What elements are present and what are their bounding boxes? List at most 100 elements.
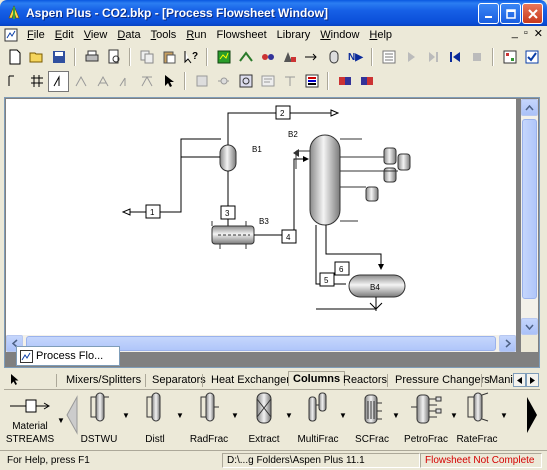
align-button[interactable]: [4, 71, 25, 92]
stream-label-4[interactable]: 4: [281, 229, 297, 244]
menu-help[interactable]: Help: [364, 29, 397, 41]
paste-button[interactable]: [158, 47, 179, 68]
tab-reactors[interactable]: Reactors: [339, 373, 391, 387]
blocks-button[interactable]: [323, 47, 344, 68]
flip-button[interactable]: [136, 71, 157, 92]
send-to-back-button[interactable]: [356, 71, 377, 92]
model-distl[interactable]: Distl: [132, 391, 178, 448]
menu-window[interactable]: Window: [315, 29, 364, 41]
open-button[interactable]: [26, 47, 47, 68]
streams-dropdown-button[interactable]: ▼: [57, 416, 65, 425]
process-flowsheet-tab[interactable]: Process Flo...: [16, 346, 120, 366]
block-B2[interactable]: [293, 134, 362, 226]
library-scroll-right-button[interactable]: [526, 395, 538, 438]
send-to-front-button[interactable]: [334, 71, 355, 92]
maximize-button[interactable]: [500, 3, 521, 24]
color-button[interactable]: [301, 71, 322, 92]
zoom-out-button[interactable]: [114, 71, 135, 92]
setup-button[interactable]: [235, 47, 256, 68]
document-icon[interactable]: [4, 28, 18, 42]
distl-dropdown-button[interactable]: ▼: [176, 411, 184, 420]
block-B3[interactable]: [211, 221, 255, 249]
extract-dropdown-button[interactable]: ▼: [285, 411, 293, 420]
dstwu-dropdown-button[interactable]: ▼: [122, 411, 130, 420]
radfrac-dropdown-button[interactable]: ▼: [231, 411, 239, 420]
model-extract[interactable]: Extract: [241, 391, 287, 448]
run-button[interactable]: [400, 47, 421, 68]
block-B4[interactable]: [348, 274, 406, 311]
new-button[interactable]: [4, 47, 25, 68]
menu-data[interactable]: Data: [112, 29, 145, 41]
model-dstwu[interactable]: DSTWU: [76, 391, 122, 448]
data-browser-button[interactable]: [213, 47, 234, 68]
library-select-pointer[interactable]: [10, 373, 20, 389]
menu-edit[interactable]: Edit: [50, 29, 79, 41]
insert-stream-button[interactable]: [213, 71, 234, 92]
properties-button[interactable]: [279, 47, 300, 68]
components-button[interactable]: [257, 47, 278, 68]
menu-library[interactable]: Library: [272, 29, 316, 41]
run-control-button[interactable]: [378, 47, 399, 68]
whats-this-button[interactable]: ?: [180, 47, 201, 68]
select-mode-button[interactable]: [158, 71, 179, 92]
insert-block-button[interactable]: [191, 71, 212, 92]
mdi-minimize-button[interactable]: _: [512, 27, 518, 40]
ratefrac-dropdown-button[interactable]: ▼: [500, 411, 508, 420]
model-multifrac[interactable]: MultiFrac: [295, 391, 341, 448]
stream-label-6[interactable]: 6: [334, 261, 350, 276]
find-button[interactable]: [235, 71, 256, 92]
menu-file[interactable]: File: [22, 29, 50, 41]
minimize-button[interactable]: [478, 3, 499, 24]
close-button[interactable]: [522, 3, 543, 24]
scroll-down-button[interactable]: [521, 318, 538, 335]
rewind-button[interactable]: [444, 47, 465, 68]
model-petrofrac[interactable]: PetroFrac: [400, 391, 452, 448]
scroll-up-button[interactable]: [521, 99, 538, 116]
stream-label-1[interactable]: 1: [145, 204, 161, 219]
material-streams-item[interactable]: Material STREAMS: [4, 391, 56, 448]
control-panel-button[interactable]: [499, 47, 520, 68]
stream-label-3[interactable]: 3: [220, 205, 236, 220]
menu-flowsheet[interactable]: Flowsheet: [212, 29, 272, 41]
menu-tools[interactable]: Tools: [146, 29, 182, 41]
multifrac-dropdown-button[interactable]: ▼: [339, 411, 347, 420]
tabs-scroll-left-button[interactable]: [513, 373, 526, 387]
print-preview-button[interactable]: [103, 47, 124, 68]
stop-button[interactable]: [466, 47, 487, 68]
model-radfrac[interactable]: RadFrac: [186, 391, 232, 448]
tabs-scroll-right-button[interactable]: [526, 373, 539, 387]
section-button[interactable]: [257, 71, 278, 92]
block-B1[interactable]: [219, 144, 237, 172]
mdi-restore-button[interactable]: ▫: [524, 27, 528, 40]
tab-separators[interactable]: Separators: [148, 373, 210, 387]
vertical-scroll-thumb[interactable]: [522, 119, 537, 299]
vertical-scrollbar[interactable]: [521, 99, 538, 335]
stream-label-2[interactable]: 2: [275, 105, 291, 120]
zoom-in-button[interactable]: [92, 71, 113, 92]
scfrac-dropdown-button[interactable]: ▼: [392, 411, 400, 420]
streams-button[interactable]: [301, 47, 322, 68]
tab-mixers-splitters[interactable]: Mixers/Splitters: [62, 373, 145, 387]
results-button[interactable]: [521, 47, 542, 68]
menu-view[interactable]: View: [79, 29, 113, 41]
mdi-close-button[interactable]: ✕: [534, 27, 543, 40]
model-scfrac[interactable]: SCFrac: [349, 391, 395, 448]
next-button[interactable]: N▶: [345, 47, 366, 68]
tab-heat-exchangers[interactable]: Heat Exchangers: [207, 373, 299, 387]
menu-run[interactable]: Run: [181, 29, 211, 41]
zoom-full-button[interactable]: [70, 71, 91, 92]
print-button[interactable]: [81, 47, 102, 68]
tab-pressure-changers[interactable]: Pressure Changers: [391, 373, 494, 387]
save-button[interactable]: [48, 47, 69, 68]
scroll-right-button[interactable]: [499, 335, 516, 352]
tab-columns[interactable]: Columns: [288, 371, 346, 386]
stream-label-5[interactable]: 5: [319, 272, 335, 287]
copy-button[interactable]: [136, 47, 157, 68]
title-bar[interactable]: Aspen Plus - CO2.bkp - [Process Flowshee…: [0, 0, 547, 26]
flowsheet-canvas[interactable]: B1 B3 B2 B4 1 2 3 4 5 6: [6, 99, 516, 335]
model-ratefrac[interactable]: RateFrac: [454, 391, 500, 448]
step-button[interactable]: [422, 47, 443, 68]
text-button[interactable]: [279, 71, 300, 92]
grid-button[interactable]: [26, 71, 47, 92]
snap-button[interactable]: [48, 70, 69, 92]
